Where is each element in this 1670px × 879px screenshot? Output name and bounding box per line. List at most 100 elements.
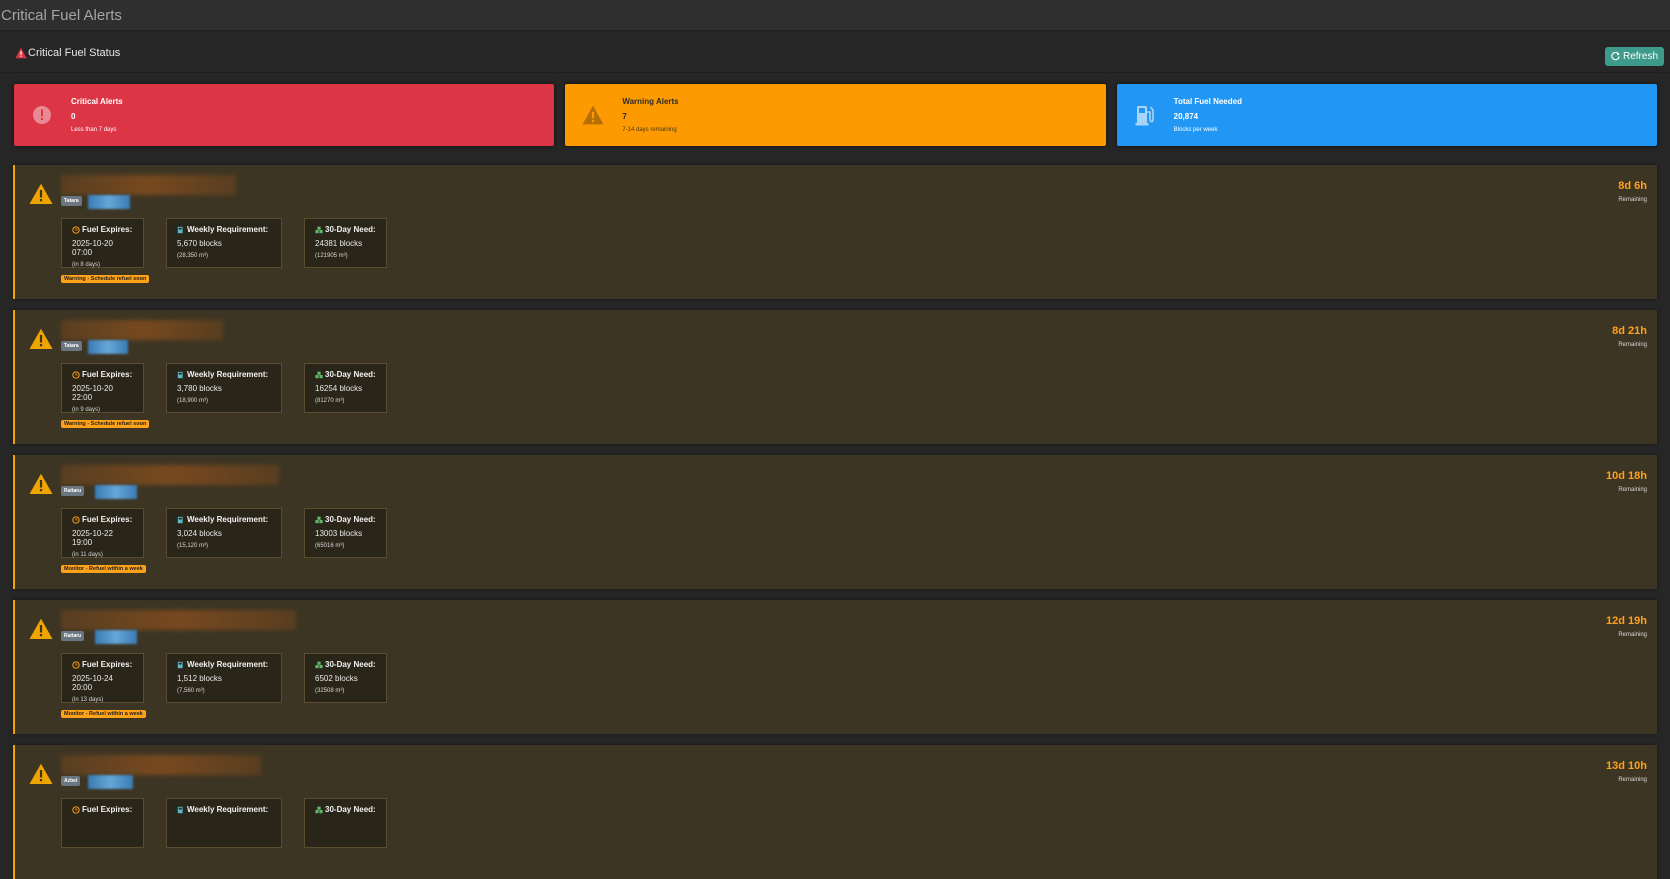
fuel-expires-label: Fuel Expires:: [82, 660, 133, 669]
status-label: Warning - Schedule refuel soon: [61, 275, 150, 283]
clock-icon: [72, 225, 80, 234]
stat-sub: Less than 7 days: [71, 127, 117, 133]
cubes-icon: [315, 371, 323, 378]
weekly-requirement-label: Weekly Requirement:: [187, 370, 269, 379]
alert-card: Raitaru 10d 18h Remaining Fuel Expires: …: [13, 455, 1657, 589]
fuel-expires-label: Fuel Expires:: [82, 805, 133, 814]
time-remaining-value: 13d 10h: [1606, 760, 1647, 772]
thirty-day-need-box: 30-Day Need: 13003 blocks (65016 m³): [304, 508, 387, 558]
time-remaining-value: 10d 18h: [1606, 470, 1647, 482]
fuel-expires-value: 2025-10-22 19:00: [72, 529, 113, 547]
weekly-volume: (7,560 m³): [177, 688, 205, 694]
fuel-expires-box: Fuel Expires: 2025-10-22 19:00 (in 11 da…: [61, 508, 144, 558]
weekly-volume: (15,120 m³): [177, 543, 209, 549]
thirty-day-need-label: 30-Day Need:: [325, 370, 376, 379]
fuel-expires-box: Fuel Expires: 2025-10-24 20:00 (in 13 da…: [61, 653, 144, 703]
info-boxes: Fuel Expires: 2025-10-24 20:00 (in 13 da…: [61, 653, 387, 703]
stat-label: Warning Alerts: [622, 97, 679, 106]
panel-header: Critical Fuel Status Refresh: [0, 34, 1670, 73]
weekly-blocks: 3,780 blocks: [177, 384, 222, 393]
alert-card: Tatara 8d 6h Remaining Fuel Expires: 202…: [13, 165, 1657, 299]
warning-triangle-icon: [15, 47, 27, 59]
stat-value: 20,874: [1173, 112, 1199, 121]
alert-card: Raitaru 12d 19h Remaining Fuel Expires: …: [13, 600, 1657, 734]
time-remaining: 10d 18h Remaining: [1606, 470, 1647, 493]
warning-triangle-icon: [29, 763, 53, 784]
system-name-redacted: [88, 775, 133, 789]
panel-title-text: Critical Fuel Status: [28, 47, 121, 59]
stat-label: Critical Alerts: [71, 97, 123, 106]
thirty-day-blocks: 13003 blocks: [315, 529, 363, 538]
time-remaining-label: Remaining: [1618, 632, 1647, 638]
thirty-day-blocks: 6502 blocks: [315, 674, 358, 683]
system-name-redacted: [95, 630, 137, 644]
time-remaining: 12d 19h Remaining: [1606, 615, 1647, 638]
thirty-day-need-label: 30-Day Need:: [325, 225, 376, 234]
structure-name-redacted: [61, 175, 236, 195]
page-header: Critical Fuel Alerts: [0, 0, 1670, 31]
thirty-day-volume: (65016 m³): [315, 543, 345, 549]
weekly-requirement-box: Weekly Requirement:: [166, 798, 282, 848]
time-remaining-label: Remaining: [1618, 487, 1647, 493]
structure-name-redacted: [61, 610, 296, 630]
structure-name-redacted: [61, 320, 223, 340]
gas-pump-icon: [177, 516, 183, 523]
info-boxes: Fuel Expires: Weekly Requirement: 30-Day…: [61, 798, 387, 848]
weekly-requirement-label: Weekly Requirement:: [187, 805, 269, 814]
thirty-day-need-box: 30-Day Need: 24381 blocks (121905 m³): [304, 218, 387, 268]
time-remaining: 13d 10h Remaining: [1606, 760, 1647, 783]
alert-list: Tatara 8d 6h Remaining Fuel Expires: 202…: [0, 146, 1670, 879]
page-title: Critical Fuel Alerts: [1, 6, 122, 24]
structure-type-badge: Raitaru: [61, 631, 85, 641]
fuel-expires-label: Fuel Expires:: [82, 225, 133, 234]
weekly-requirement-box: Weekly Requirement: 5,670 blocks (28,350…: [166, 218, 282, 268]
warning-triangle-icon: [29, 473, 53, 494]
thirty-day-blocks: 16254 blocks: [315, 384, 363, 393]
fuel-expires-days: (in 9 days): [72, 407, 101, 413]
info-boxes: Fuel Expires: 2025-10-20 22:00 (in 9 day…: [61, 363, 387, 413]
cubes-icon: [315, 516, 323, 523]
weekly-requirement-label: Weekly Requirement:: [187, 225, 269, 234]
time-remaining-value: 8d 21h: [1612, 325, 1647, 337]
weekly-requirement-label: Weekly Requirement:: [187, 660, 269, 669]
warning-alerts-card: Warning Alerts 7 7-14 days remaining: [565, 84, 1106, 146]
cubes-icon: [315, 661, 323, 668]
exclamation-circle-icon: [31, 104, 53, 126]
cubes-icon: [315, 226, 323, 233]
total-fuel-card: Total Fuel Needed 20,874 Blocks per week: [1116, 84, 1657, 146]
fuel-expires-box: Fuel Expires: 2025-10-20 22:00 (in 9 day…: [61, 363, 144, 413]
thirty-day-need-label: 30-Day Need:: [325, 515, 376, 524]
gas-pump-icon: [177, 371, 183, 378]
panel-title: Critical Fuel Status: [15, 47, 120, 59]
time-remaining-value: 12d 19h: [1606, 615, 1647, 627]
alert-card: Tatara 8d 21h Remaining Fuel Expires: 20…: [13, 310, 1657, 444]
thirty-day-need-label: 30-Day Need:: [325, 660, 376, 669]
stat-sub: Blocks per week: [1173, 127, 1218, 133]
thirty-day-need-box: 30-Day Need:: [304, 798, 387, 848]
refresh-button[interactable]: Refresh: [1604, 47, 1664, 66]
thirty-day-volume: (81270 m³): [315, 398, 345, 404]
time-remaining: 8d 6h Remaining: [1618, 180, 1647, 203]
gas-pump-icon: [177, 226, 183, 233]
fuel-expires-value: 2025-10-20 07:00: [72, 239, 113, 257]
time-remaining-label: Remaining: [1618, 197, 1647, 203]
info-boxes: Fuel Expires: 2025-10-22 19:00 (in 11 da…: [61, 508, 387, 558]
time-remaining-label: Remaining: [1618, 342, 1647, 348]
weekly-blocks: 1,512 blocks: [177, 674, 222, 683]
stat-cards: Critical Alerts 0 Less than 7 days Warni…: [0, 73, 1670, 146]
fuel-expires-days: (in 13 days): [72, 697, 104, 703]
gas-pump-icon: [177, 806, 183, 813]
thirty-day-need-label: 30-Day Need:: [325, 805, 376, 814]
fuel-expires-box: Fuel Expires: 2025-10-20 07:00 (in 8 day…: [61, 218, 144, 268]
fuel-expires-label: Fuel Expires:: [82, 370, 133, 379]
status-label: Warning - Schedule refuel soon: [61, 420, 150, 428]
fuel-expires-box: Fuel Expires:: [61, 798, 144, 848]
warning-triangle-icon: [29, 183, 53, 204]
structure-type-badge: Tatara: [61, 196, 82, 206]
gas-pump-icon: [177, 661, 183, 668]
warning-triangle-icon: [582, 104, 604, 126]
thirty-day-blocks: 24381 blocks: [315, 239, 363, 248]
fuel-expires-label: Fuel Expires:: [82, 515, 133, 524]
clock-icon: [72, 370, 80, 379]
refresh-icon: [1611, 52, 1620, 61]
